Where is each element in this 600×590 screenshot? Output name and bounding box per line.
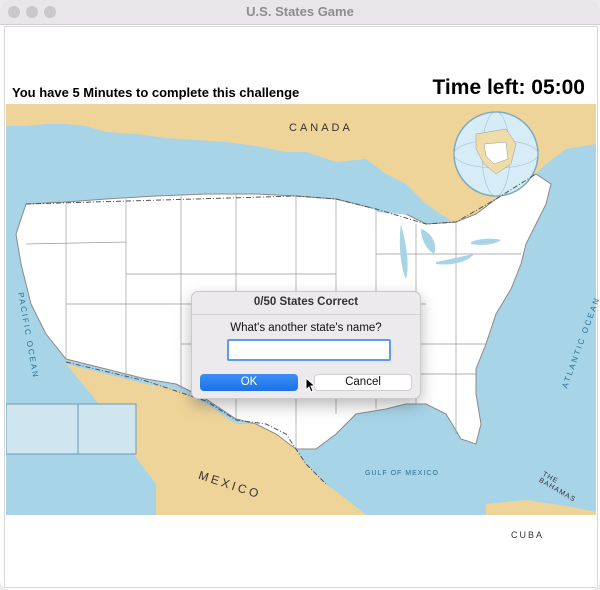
dialog-prompt: What's another state's name? <box>230 322 382 334</box>
state-name-input[interactable] <box>227 339 391 361</box>
gulf-of-mexico-label: GULF OF MEXICO <box>365 470 439 477</box>
dialog-title: 0/50 States Correct <box>253 296 359 308</box>
time-left-label: Time left: 05:00 <box>432 76 585 99</box>
dialog-divider <box>192 314 420 315</box>
ok-button[interactable]: OK <box>200 374 298 391</box>
game-canvas: You have 5 Minutes to complete this chal… <box>4 26 600 588</box>
challenge-subtitle: You have 5 Minutes to complete this chal… <box>12 85 300 100</box>
cancel-button[interactable]: Cancel <box>314 374 412 391</box>
app-window: U.S. States Game You have 5 Minutes to c… <box>0 0 600 590</box>
window-title: U.S. States Game <box>246 4 354 19</box>
title-bar: U.S. States Game <box>0 0 600 25</box>
cuba-label: CUBA <box>511 530 545 540</box>
canada-label: CANADA <box>289 122 353 134</box>
mouse-pointer-icon <box>305 377 317 393</box>
